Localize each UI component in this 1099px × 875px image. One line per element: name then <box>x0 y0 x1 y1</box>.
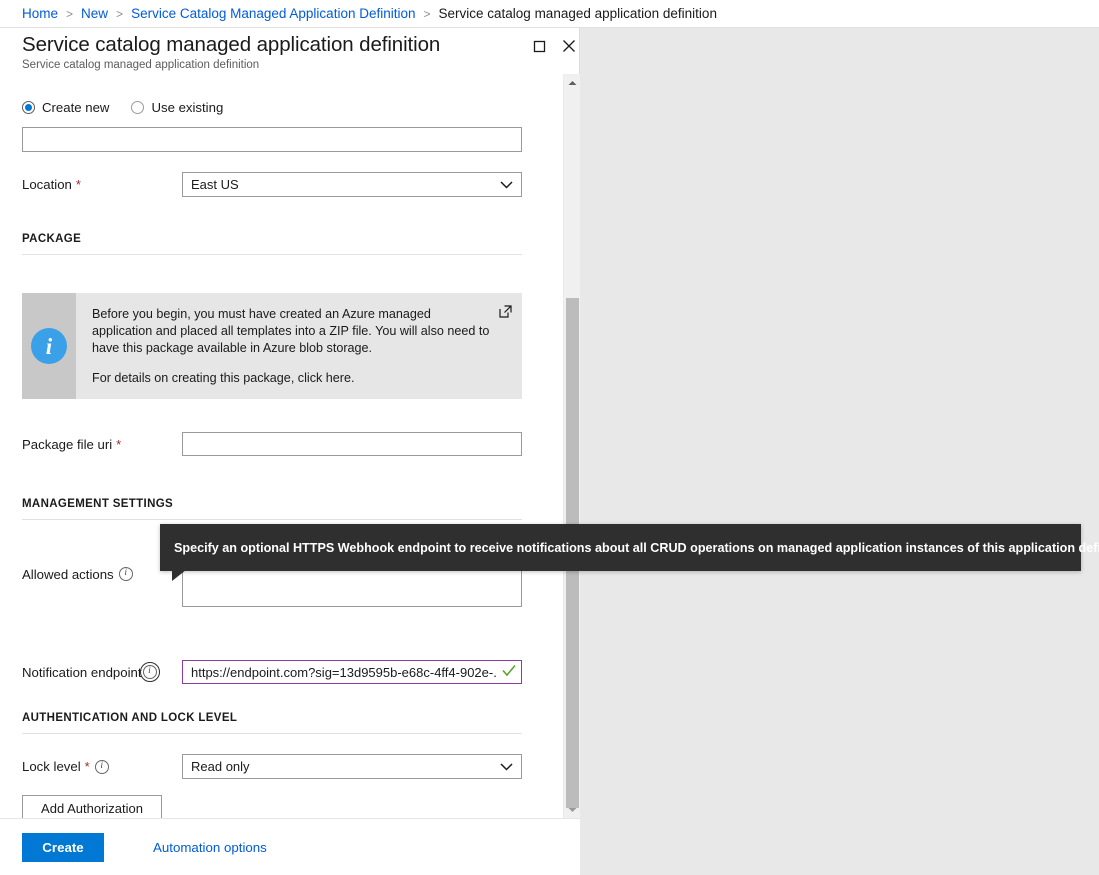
create-button[interactable]: Create <box>22 833 104 862</box>
lock-level-select[interactable]: Read only <box>182 754 522 779</box>
vertical-scrollbar[interactable] <box>563 74 580 818</box>
radio-use-existing-indicator <box>131 101 144 114</box>
info-banner-icon-strip: i <box>22 293 76 399</box>
location-label: Location * <box>22 177 182 192</box>
breadcrumb-separator-icon: > <box>424 7 431 21</box>
scroll-down-icon[interactable] <box>564 801 581 818</box>
location-label-text: Location <box>22 177 72 192</box>
package-file-uri-label: Package file uri * <box>22 437 182 452</box>
notification-endpoint-field-wrapper <box>182 660 522 684</box>
resource-group-radio-group: Create new Use existing <box>22 96 563 118</box>
form-scroll-region: Create new Use existing Location * <box>0 74 563 818</box>
tooltip-arrow <box>172 570 186 581</box>
allowed-actions-label-text: Allowed actions <box>22 567 114 582</box>
external-link-icon[interactable] <box>499 305 512 321</box>
breadcrumb-item-home[interactable]: Home <box>22 6 58 21</box>
blade-panel: Service catalog managed application defi… <box>0 28 580 875</box>
breadcrumb-item-definition[interactable]: Service Catalog Managed Application Defi… <box>131 6 415 21</box>
resource-group-name-input[interactable] <box>22 127 522 152</box>
form-content: Create new Use existing Location * <box>0 96 563 818</box>
check-icon <box>502 665 516 680</box>
package-section-title: PACKAGE <box>22 233 563 245</box>
radio-create-new[interactable]: Create new <box>22 100 109 115</box>
radio-create-new-indicator <box>22 101 35 114</box>
breadcrumb-item-new[interactable]: New <box>81 6 108 21</box>
breadcrumb-separator-icon: > <box>116 7 123 21</box>
breadcrumb-item-current: Service catalog managed application defi… <box>439 6 717 21</box>
info-icon[interactable]: i <box>143 665 157 679</box>
tooltip-text: Specify an optional HTTPS Webhook endpoi… <box>174 541 1099 555</box>
page-subtitle: Service catalog managed application defi… <box>22 58 579 72</box>
info-banner-body: Before you begin, you must have created … <box>76 293 522 399</box>
page-title: Service catalog managed application defi… <box>22 32 579 57</box>
section-divider <box>22 519 522 520</box>
add-authorization-button[interactable]: Add Authorization <box>22 795 162 818</box>
maximize-icon[interactable] <box>526 33 552 59</box>
auth-lock-section-title: AUTHENTICATION AND LOCK LEVEL <box>22 712 563 724</box>
radio-use-existing-label: Use existing <box>151 100 223 115</box>
location-select-wrapper: East US <box>182 172 522 197</box>
breadcrumb: Home > New > Service Catalog Managed App… <box>0 0 1099 28</box>
blade-header: Service catalog managed application defi… <box>0 28 579 74</box>
radio-create-new-label: Create new <box>42 100 109 115</box>
notification-endpoint-input[interactable] <box>182 660 522 684</box>
management-settings-section-title: MANAGEMENT SETTINGS <box>22 498 563 510</box>
scroll-up-icon[interactable] <box>564 74 581 91</box>
lock-level-select-wrapper: Read only <box>182 754 522 779</box>
lock-level-required-marker: * <box>85 759 90 774</box>
info-banner-paragraph-2: For details on creating this package, cl… <box>92 370 492 387</box>
section-divider <box>22 254 522 255</box>
info-icon[interactable]: i <box>95 760 109 774</box>
notification-endpoint-label-text: Notification endpoint <box>22 665 142 680</box>
allowed-actions-label: Allowed actions i <box>22 567 182 582</box>
info-icon[interactable]: i <box>119 567 133 581</box>
automation-options-link[interactable]: Automation options <box>153 840 267 855</box>
breadcrumb-separator-icon: > <box>66 7 73 21</box>
close-icon[interactable] <box>556 33 582 59</box>
radio-use-existing[interactable]: Use existing <box>131 100 223 115</box>
lock-level-selected-value: Read only <box>191 759 250 774</box>
section-divider <box>22 733 522 734</box>
location-select[interactable]: East US <box>182 172 522 197</box>
package-file-uri-required-marker: * <box>116 437 121 452</box>
info-circle-icon: i <box>31 328 67 364</box>
lock-level-label-text: Lock level <box>22 759 81 774</box>
info-banner: i Before you begin, you must have create… <box>22 293 522 399</box>
notification-endpoint-label: Notification endpoint i <box>22 665 182 680</box>
info-banner-paragraph-1: Before you begin, you must have created … <box>92 306 492 357</box>
package-file-uri-label-text: Package file uri <box>22 437 112 452</box>
blade-footer: Create Automation options <box>0 818 580 875</box>
package-file-uri-input[interactable] <box>182 432 522 456</box>
tooltip: Specify an optional HTTPS Webhook endpoi… <box>160 524 1081 571</box>
lock-level-label: Lock level * i <box>22 759 182 774</box>
location-selected-value: East US <box>191 177 239 192</box>
location-required-marker: * <box>76 177 81 192</box>
